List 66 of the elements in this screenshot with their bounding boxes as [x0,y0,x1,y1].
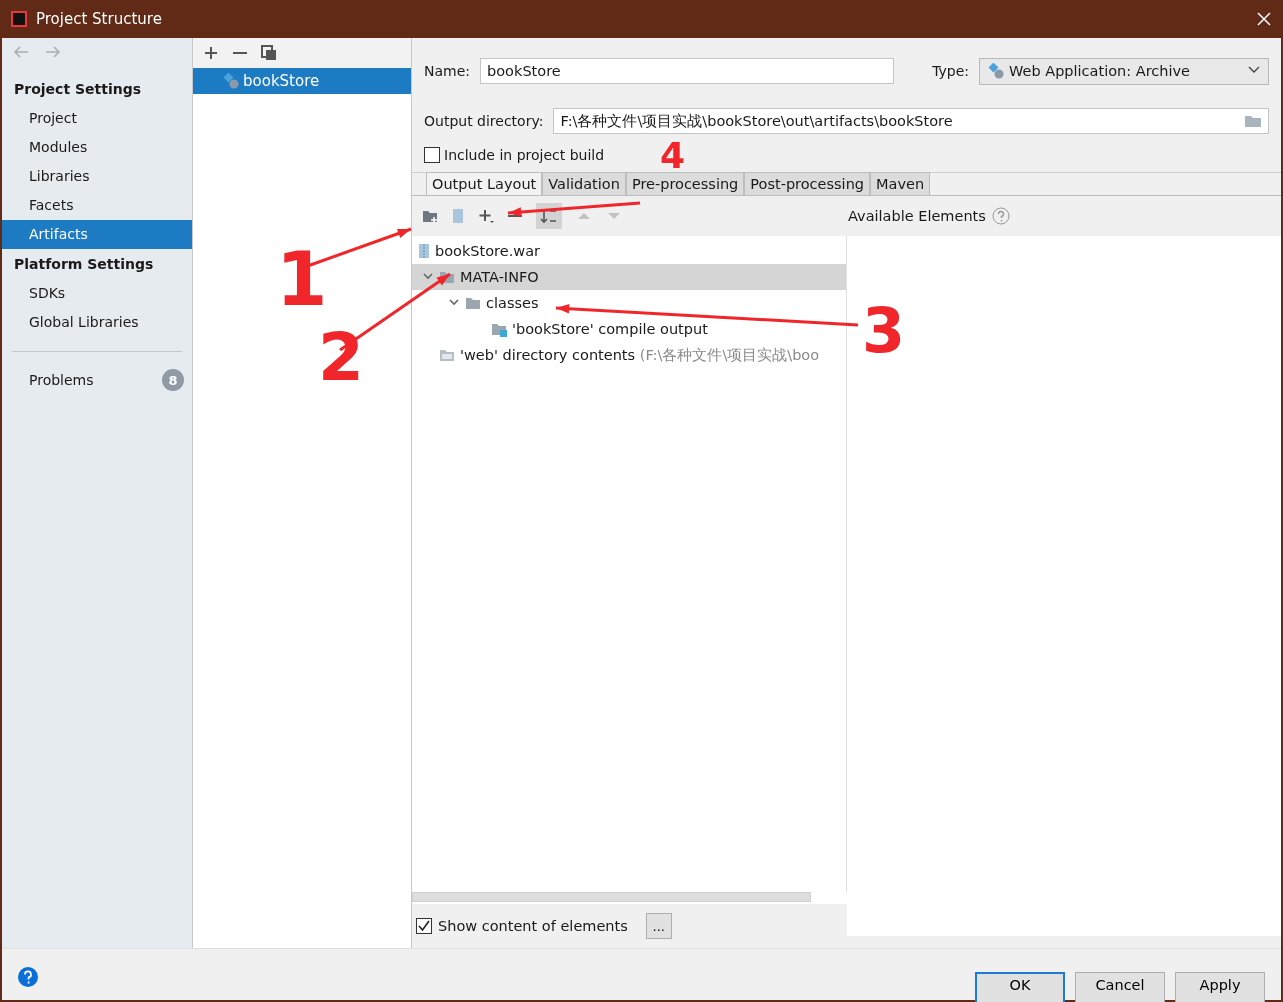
sidebar-item[interactable]: Facets [2,191,192,220]
archive-icon [452,208,464,224]
close-icon [1257,12,1271,26]
annotation-number: 3 [862,300,906,362]
add-icon [478,208,494,224]
web-artifact-icon [988,63,1004,79]
tree-row[interactable]: bookStore.war [412,238,846,264]
scrollbar[interactable] [412,892,811,902]
tree-label: 'web' directory contents (F:\各种文件\项目实战\boo [460,345,820,365]
dialog-button[interactable]: OK [975,972,1065,1002]
artifact-item[interactable]: bookStore [193,68,411,94]
tree-label: MATA-INFO [460,269,539,285]
include-label: Include in project build [444,147,605,163]
tab[interactable]: Pre-processing [625,172,745,195]
more-button[interactable]: ... [645,913,672,939]
section-title: Platform Settings [13,255,155,274]
sidebar-item[interactable]: Problems [29,372,94,388]
count-badge: 8 [162,369,184,391]
tab[interactable]: Maven [870,172,931,195]
forward-arrow-icon [44,44,62,60]
tree-row[interactable]: classes [412,290,846,316]
window-title: Project Structure [36,10,162,28]
sidebar-item[interactable]: Libraries [2,162,192,191]
archive-icon [418,243,430,259]
dialog-button[interactable]: Cancel [1075,972,1165,1002]
annotation-number: 1 [276,242,328,316]
back-arrow-icon [12,44,30,60]
tree-row[interactable]: 'web' directory contents (F:\各种文件\项目实战\boo [412,342,846,368]
show-content-label: Show content of elements [438,918,628,934]
tree-row[interactable]: 'bookStore' compile output [412,316,846,342]
tree-label: classes [486,295,539,311]
add-icon [203,45,219,61]
folder-icon [1244,113,1262,129]
web-folder-icon [439,347,455,363]
annotation-number: 2 [318,325,364,391]
sidebar-item[interactable]: Project [2,104,192,133]
show-content-checkbox[interactable] [416,918,432,934]
help-icon [18,967,38,987]
new-folder-icon [422,208,438,224]
output-folder-icon [491,321,507,337]
folder-icon [465,295,481,311]
type-label: Type: [932,63,969,79]
tab[interactable]: Post-processing [744,172,871,195]
tree-label: 'bookStore' compile output [512,321,708,337]
app-logo-icon [10,10,28,28]
output-field[interactable]: F:\各种文件\项目实战\bookStore\out\artifacts\bookStore [553,108,1269,134]
dialog-button[interactable]: Apply [1175,972,1265,1002]
sidebar-item[interactable]: Global Libraries [2,308,192,337]
type-dropdown[interactable]: Web Application: Archive [979,57,1269,85]
sidebar-item[interactable]: SDKs [2,279,192,308]
tab[interactable]: Validation [542,172,626,195]
output-label: Output directory: [424,113,544,129]
section-title: Project Settings [13,80,143,99]
copy-icon [261,45,277,61]
tree-row[interactable]: MATA-INFO [412,264,846,290]
include-checkbox[interactable] [424,147,440,163]
tree-label: bookStore.war [435,243,540,259]
help-icon [991,207,1010,225]
panel-title: Available Elements [848,208,986,224]
tab[interactable]: Output Layout [426,172,543,195]
sidebar-item[interactable]: Modules [2,133,192,162]
name-label: Name: [424,63,471,79]
web-artifact-icon [223,73,239,89]
sidebar-item[interactable]: Artifacts [2,220,192,249]
annotation-number: 4 [660,138,686,174]
name-field[interactable]: bookStore [480,58,895,84]
